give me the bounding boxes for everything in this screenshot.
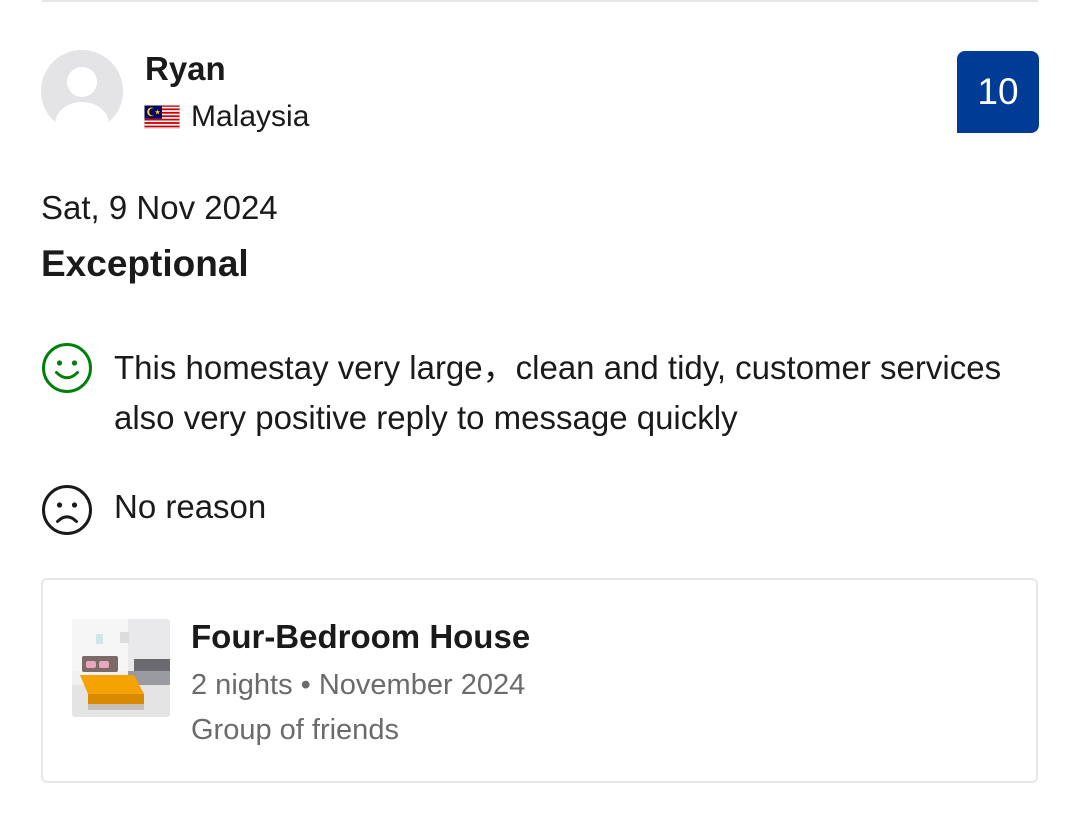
- stay-month: November 2024: [318, 669, 526, 701]
- frown-face-icon: [42, 485, 92, 535]
- stay-duration: 2 nights • November 2024: [191, 667, 525, 703]
- reviewer-avatar: [41, 50, 123, 132]
- top-divider: [42, 0, 1038, 2]
- review-date: Sat, 9 Nov 2024: [41, 189, 278, 226]
- score-badge: 10: [957, 51, 1039, 133]
- reviewer-country: Malaysia: [144, 99, 309, 135]
- positive-review-text: This homestay very large，clean and tidy,…: [114, 349, 1002, 436]
- review-title: Exceptional: [41, 243, 249, 284]
- room-photo-image: [72, 619, 170, 717]
- country-name: Malaysia: [191, 100, 310, 133]
- room-name: Four-Bedroom House: [191, 618, 531, 655]
- default-avatar-icon: [41, 50, 123, 132]
- reviewer-name: Ryan: [145, 50, 226, 87]
- malaysia-flag-icon: [144, 105, 180, 129]
- stay-details-card[interactable]: Four-Bedroom House 2 nights • November 2…: [41, 578, 1038, 783]
- stay-nights: 2 nights: [191, 669, 293, 701]
- negative-review-text: No reason: [114, 488, 267, 525]
- traveller-type: Group of friends: [191, 714, 399, 746]
- meta-separator: •: [300, 669, 311, 701]
- room-thumbnail: [72, 619, 170, 717]
- smiley-face-icon: [42, 343, 92, 393]
